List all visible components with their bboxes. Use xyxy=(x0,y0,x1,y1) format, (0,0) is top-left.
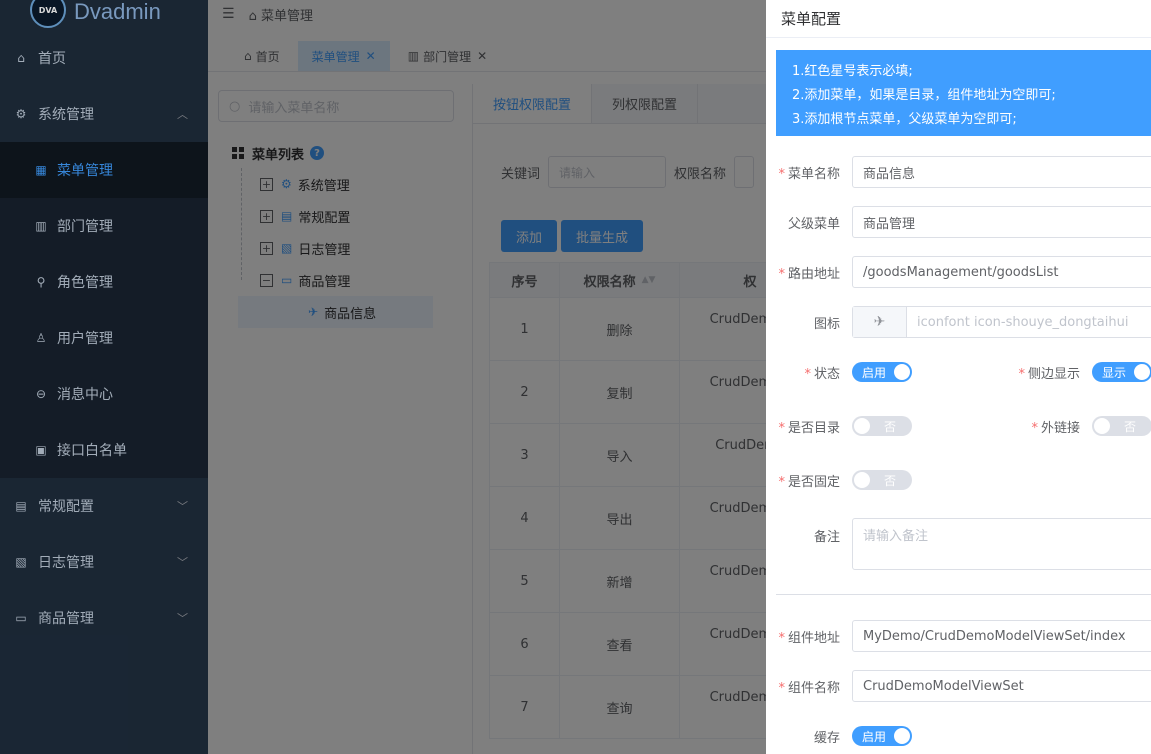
alert-line: 2.添加菜单，如果是目录，组件地址为空即可; xyxy=(792,88,1056,103)
status-row: * 状态 启用 xyxy=(766,362,912,382)
divider xyxy=(776,594,1151,595)
remark-textarea[interactable]: 请输入备注 xyxy=(852,518,1151,570)
cache-switch[interactable]: 启用 xyxy=(852,726,912,746)
external-link-row: * 外链接 否 xyxy=(1006,416,1151,436)
sidebar-show-switch[interactable]: 显示 xyxy=(1092,362,1151,382)
route-input[interactable]: /goodsManagement/goodsList xyxy=(852,256,1151,288)
is-catalog-row: * 是否目录 否 xyxy=(766,416,912,436)
component-name-label: * 组件名称 xyxy=(778,680,840,696)
info-alert: 1.红色星号表示必填; 2.添加菜单，如果是目录，组件地址为空即可; 3.添加根… xyxy=(776,50,1151,136)
status-switch[interactable]: 启用 xyxy=(852,362,912,382)
status-label: * 状态 xyxy=(804,366,840,382)
component-row: * 组件地址 MyDemo/CrudDemoModelViewSet/index xyxy=(766,620,1151,652)
menu-config-drawer: 菜单配置 1.红色星号表示必填; 2.添加菜单，如果是目录，组件地址为空即可; … xyxy=(766,0,1151,754)
component-label: * 组件地址 xyxy=(778,630,840,646)
is-catalog-label: * 是否目录 xyxy=(778,420,840,436)
route-row: * 路由地址 /goodsManagement/goodsList xyxy=(766,256,1151,288)
external-link-label: * 外链接 xyxy=(1031,420,1080,436)
remark-row: 备注 请输入备注 xyxy=(766,518,1151,570)
is-fixed-row: * 是否固定 否 xyxy=(766,470,912,490)
icon-picker[interactable]: ✈ iconfont icon-shouye_dongtaihui xyxy=(852,306,1151,338)
alert-line: 3.添加根节点菜单，父级菜单为空即可; xyxy=(792,112,1017,127)
is-fixed-switch[interactable]: 否 xyxy=(852,470,912,490)
sidebar-show-row: * 侧边显示 显示 xyxy=(1006,362,1151,382)
icon-row: 图标 ✈ iconfont icon-shouye_dongtaihui xyxy=(766,306,1151,338)
cache-row: 缓存 启用 xyxy=(766,726,912,746)
parent-menu-row: 父级菜单 商品管理 xyxy=(766,206,1151,238)
component-name-input[interactable]: CrudDemoModelViewSet xyxy=(852,670,1151,702)
menu-name-label: * 菜单名称 xyxy=(778,166,840,182)
icon-label: 图标 xyxy=(813,316,840,332)
icon-value: iconfont icon-shouye_dongtaihui xyxy=(917,314,1129,330)
route-label: * 路由地址 xyxy=(778,266,840,282)
menu-name-input[interactable]: 商品信息 xyxy=(852,156,1151,188)
remark-label: 备注 xyxy=(813,530,840,545)
sidebar-dim xyxy=(0,0,208,754)
sidebar-show-label: * 侧边显示 xyxy=(1018,366,1080,382)
component-input[interactable]: MyDemo/CrudDemoModelViewSet/index xyxy=(852,620,1151,652)
is-catalog-switch[interactable]: 否 xyxy=(852,416,912,436)
cache-label: 缓存 xyxy=(813,730,840,746)
menu-name-row: * 菜单名称 商品信息 xyxy=(766,156,1151,188)
parent-menu-label: 父级菜单 xyxy=(787,216,840,232)
parent-menu-select[interactable]: 商品管理 xyxy=(852,206,1151,238)
alert-line: 1.红色星号表示必填; xyxy=(792,64,913,79)
is-fixed-label: * 是否固定 xyxy=(778,474,840,490)
drawer-title: 菜单配置 xyxy=(766,0,1151,38)
rocket-icon: ✈ xyxy=(853,307,907,337)
external-link-switch[interactable]: 否 xyxy=(1092,416,1151,436)
component-name-row: * 组件名称 CrudDemoModelViewSet xyxy=(766,670,1151,702)
